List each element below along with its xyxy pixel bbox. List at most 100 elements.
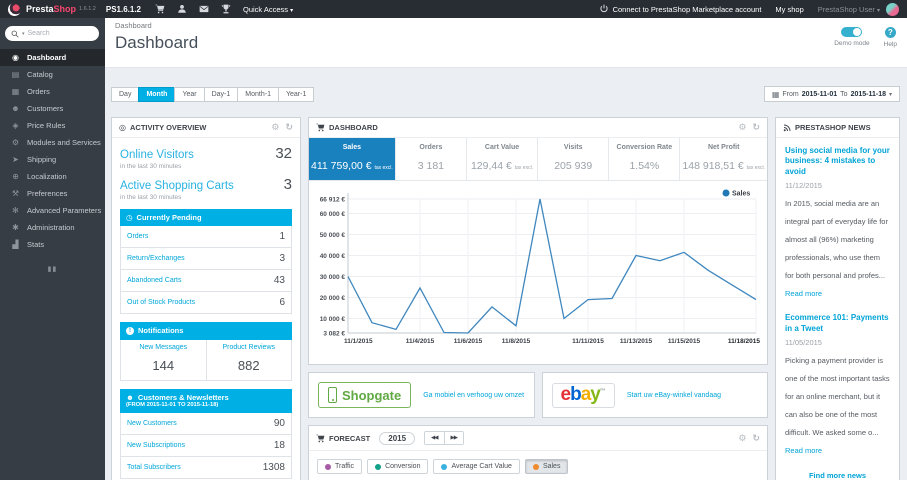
range-button-group: Day Month Year Day-1 Month-1 Year-1	[111, 86, 315, 102]
prestashop-logo-icon[interactable]	[8, 2, 21, 16]
kpi-row: Sales 411 759,00 € tax excl. Orders 3 181 …	[309, 138, 767, 181]
svg-text:10 000 €: 10 000 €	[320, 316, 346, 323]
marketplace-link[interactable]: Connect to PrestaShop Marketplace accoun…	[613, 5, 762, 14]
currently-pending-header: ◷ Currently Pending	[120, 209, 292, 227]
average-cart-value-dot-icon	[441, 463, 448, 470]
sidebar-item-advanced-parameters[interactable]: ✻ Advanced Parameters	[0, 202, 105, 219]
new-messages-link[interactable]: New Messages	[123, 344, 204, 351]
sidebar-item-stats[interactable]: ▟ Stats	[0, 236, 105, 253]
sidebar-item-modules[interactable]: ⚙ Modules and Services	[0, 134, 105, 151]
svg-text:50 000 €: 50 000 €	[320, 232, 346, 239]
sidebar-item-localization[interactable]: ⊕ Localization	[0, 168, 105, 185]
read-more-link[interactable]: Read more	[785, 289, 822, 298]
read-more-link[interactable]: Read more	[785, 446, 822, 455]
total-subscribers-link[interactable]: Total Subscribers	[127, 464, 181, 471]
quick-access-menu[interactable]: Quick Access ▾	[243, 5, 293, 14]
calendar-icon: ▦	[771, 89, 780, 99]
gear-icon[interactable]: ⚙	[738, 123, 746, 132]
online-visitors-caption: in the last 30 minutes	[120, 163, 182, 170]
user-avatar[interactable]	[886, 2, 899, 16]
search-input[interactable]	[27, 30, 83, 37]
shopgate-cta-link[interactable]: Ga mobiel en verhoog uw omzet	[423, 392, 524, 399]
svg-text:11/11/2015: 11/11/2015	[572, 338, 604, 345]
ebay-cta-link[interactable]: Start uw eBay-winkel vandaag	[627, 392, 721, 399]
kpi-conversion-rate-tab[interactable]: Conversion Rate 1.54%	[609, 138, 681, 180]
range-year-button[interactable]: Year	[174, 86, 205, 102]
search-scope-caret[interactable]: ▾	[22, 31, 25, 37]
user-icon[interactable]	[177, 4, 187, 14]
user-menu[interactable]: PrestaShop User ▾	[818, 5, 880, 14]
breadcrumb[interactable]: Dashboard	[115, 21, 897, 30]
previous-year-button[interactable]: ◀◀	[425, 432, 444, 444]
sidebar-item-catalog[interactable]: ▤ Catalog	[0, 66, 105, 83]
shop-version-label: PS1.6.1.2	[105, 4, 141, 14]
demo-mode-toggle[interactable]	[841, 27, 863, 37]
main-content: Dashboard Dashboard Demo mode ? Help Day…	[105, 18, 907, 480]
range-day-1-button[interactable]: Day-1	[203, 86, 239, 102]
sidebar-item-customers[interactable]: ☻ Customers	[0, 100, 105, 117]
sidebar-item-price-rules[interactable]: ◈ Price Rules	[0, 117, 105, 134]
mail-icon[interactable]	[199, 4, 209, 14]
administration-icon: ✱	[12, 223, 19, 232]
kpi-net-profit-tab[interactable]: Net Profit 148 918,51 € tax excl.	[680, 138, 767, 180]
news-article-title-link[interactable]: Ecommerce 101: Payments in a Tweet	[785, 313, 890, 334]
my-shop-link[interactable]: My shop	[775, 5, 803, 14]
refresh-icon[interactable]: ↻	[752, 433, 760, 443]
help-icon[interactable]: ?	[884, 27, 896, 38]
sidebar-item-dashboard[interactable]: ◉ Dashboard	[0, 49, 105, 66]
cart-icon[interactable]	[155, 4, 165, 14]
svg-text:60 000 €: 60 000 €	[320, 211, 346, 218]
next-year-button[interactable]: ▶▶	[443, 432, 463, 444]
legend-average-cart-value-button[interactable]: Average Cart Value	[433, 459, 520, 474]
help-label: Help	[883, 41, 897, 48]
range-month-1-button[interactable]: Month-1	[237, 86, 279, 102]
news-article-title-link[interactable]: Using social media for your business: 4 …	[785, 146, 890, 177]
user-icon: ☻	[126, 392, 134, 402]
sidebar-item-administration[interactable]: ✱ Administration	[0, 219, 105, 236]
new-customers-link[interactable]: New Customers	[127, 420, 177, 427]
refresh-icon[interactable]: ↻	[285, 123, 293, 132]
kpi-sales-tab[interactable]: Sales 411 759,00 € tax excl.	[309, 138, 396, 180]
sidebar-item-shipping[interactable]: ➤ Shipping	[0, 151, 105, 168]
find-more-news-link[interactable]: Find more news	[785, 471, 890, 480]
pending-returns-link[interactable]: Return/Exchanges	[127, 255, 185, 262]
shopgate-logo: Shopgate	[318, 382, 412, 408]
legend-conversion-button[interactable]: Conversion	[367, 459, 429, 474]
sidebar-search[interactable]: ▾	[5, 26, 99, 41]
svg-text:11/6/2015: 11/6/2015	[454, 338, 483, 345]
sales-line-chart: 66 912 € 60 000 € 50 000 € 40 000 € 30 000 €…	[320, 189, 760, 345]
sidebar-item-preferences[interactable]: ⚒ Preferences	[0, 185, 105, 202]
range-month-button[interactable]: Month	[138, 86, 176, 102]
gear-icon[interactable]: ⚙	[271, 123, 279, 132]
prestashop-news-panel: PRESTASHOP NEWS Using social media for y…	[775, 117, 900, 480]
gear-icon[interactable]: ⚙	[738, 433, 746, 443]
abandoned-carts-link[interactable]: Abandoned Carts	[127, 277, 181, 284]
active-carts-link[interactable]: Active Shopping Carts	[120, 180, 234, 192]
online-visitors-link[interactable]: Online Visitors	[120, 149, 194, 161]
forecast-year-badge: 2015	[379, 431, 416, 445]
trophy-icon[interactable]	[221, 4, 231, 14]
kpi-cart-value-tab[interactable]: Cart Value 129,44 € tax excl.	[467, 138, 539, 180]
range-day-button[interactable]: Day	[111, 86, 140, 102]
legend-sales-button[interactable]: Sales	[524, 459, 569, 474]
sidebar-item-orders[interactable]: ▦ Orders	[0, 83, 105, 100]
active-carts-caption: in the last 30 minutes	[120, 194, 182, 201]
svg-text:11/8/2015: 11/8/2015	[502, 338, 531, 345]
legend-traffic-button[interactable]: Traffic	[317, 459, 363, 474]
kpi-visits-tab[interactable]: Visits 205 939	[538, 138, 610, 180]
brand-wordmark[interactable]: PrestaShop	[26, 4, 76, 14]
kpi-orders-tab[interactable]: Orders 3 181	[396, 138, 467, 180]
refresh-icon[interactable]: ↻	[752, 123, 760, 132]
modules-icon: ⚙	[11, 138, 20, 147]
sidebar-collapse-button[interactable]: ▮▮	[0, 265, 105, 273]
phone-icon	[328, 387, 337, 403]
new-subscriptions-link[interactable]: New Subscriptions	[127, 442, 185, 449]
orders-icon: ▦	[11, 87, 20, 96]
product-reviews-link[interactable]: Product Reviews	[209, 344, 290, 351]
pending-orders-link[interactable]: Orders	[127, 233, 148, 240]
date-range-picker[interactable]: ▦ From 2015-11-01 To 2015-11-18 ▾	[763, 86, 900, 102]
out-of-stock-link[interactable]: Out of Stock Products	[127, 299, 195, 306]
range-year-1-button[interactable]: Year-1	[277, 86, 315, 102]
list-item: Return/Exchanges 3	[120, 248, 292, 271]
customers-newsletters-header: ☻ Customers & Newsletters (FROM 2015-11-0…	[120, 388, 292, 414]
